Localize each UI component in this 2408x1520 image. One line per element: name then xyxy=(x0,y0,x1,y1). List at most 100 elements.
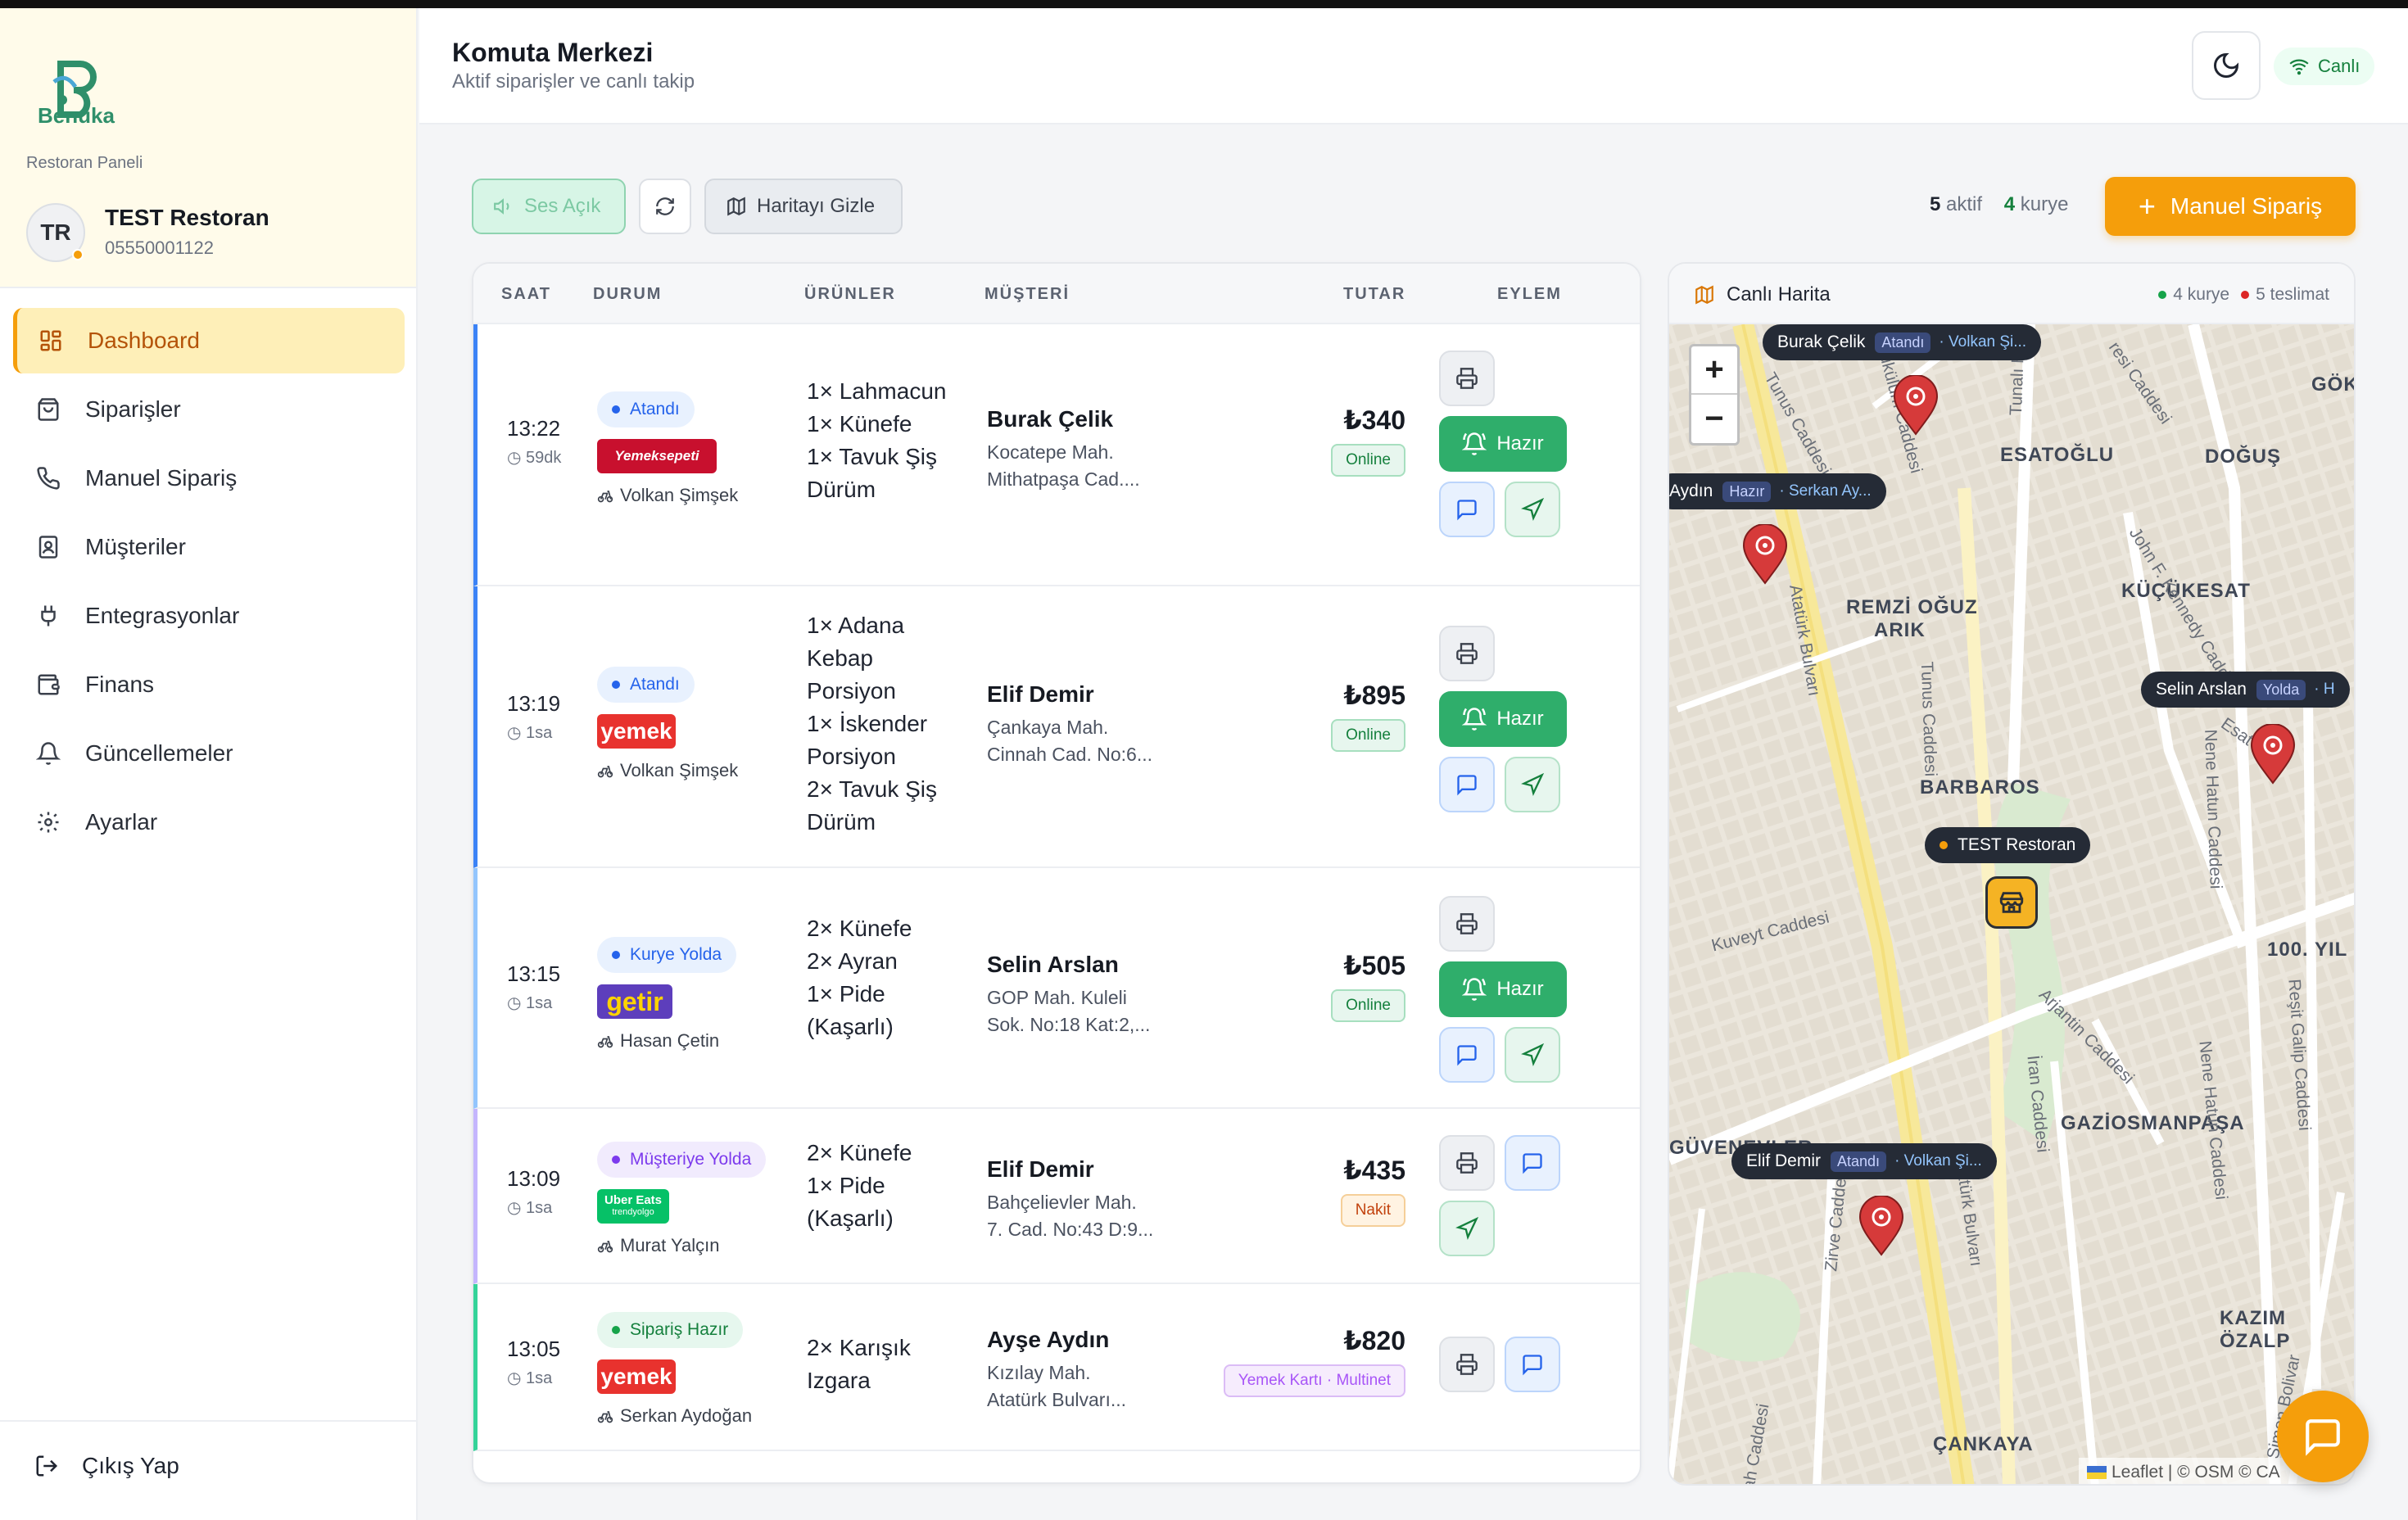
map-tooltip: Elif Demir Atandı · Volkan Şi... xyxy=(1731,1143,1997,1179)
delivery-pin-icon[interactable] xyxy=(1858,1196,1905,1256)
col-customer: MÜŞTERİ xyxy=(984,285,1070,303)
sidebar-item-label: Entegrasyonlar xyxy=(85,603,240,628)
theme-toggle-button[interactable] xyxy=(2192,31,2261,100)
table-row[interactable]: 13:22 ◷ 59dk Atandı Yemeksepeti Volkan Ş… xyxy=(473,324,1640,586)
wifi-icon xyxy=(2289,59,2309,75)
phone-icon xyxy=(34,464,62,492)
map-icon xyxy=(1695,285,1713,305)
page-header: Komuta Merkezi Aktif siparişler ve canlı… xyxy=(419,8,2408,124)
address-line: Çankaya Mah. xyxy=(987,717,1109,738)
courier-count: 4 xyxy=(2003,193,2016,215)
customer-name: Burak Çelik xyxy=(987,406,1114,432)
tooltip-status: Atandı xyxy=(1875,332,1931,353)
order-item: 2× Karışık Izgara xyxy=(807,1335,911,1393)
address-line: Sok. No:18 Kat:2,... xyxy=(987,1014,1151,1035)
map-icon xyxy=(727,197,745,216)
delivery-pin-icon[interactable] xyxy=(2249,724,2297,785)
order-amount: ₺340 xyxy=(1343,405,1405,435)
table-row[interactable]: 13:19 ◷ 1sa Atandı yemek Volkan Şimşek 1… xyxy=(473,586,1640,868)
sidebar-item-settings[interactable]: Ayarlar xyxy=(13,789,405,855)
street-label: Tunus Caddesi xyxy=(1917,661,1940,777)
brand-name: Benuka xyxy=(38,103,115,128)
sidebar-item-finance[interactable]: Finans xyxy=(13,652,405,717)
district-label: ARIK xyxy=(1874,619,1926,641)
order-amount: ₺895 xyxy=(1343,681,1405,710)
sidebar-item-manual-order[interactable]: Manuel Sipariş xyxy=(13,446,405,511)
legend-couriers: 4 kurye xyxy=(2173,285,2230,304)
message-button[interactable] xyxy=(1439,482,1495,537)
message-button[interactable] xyxy=(1505,1337,1560,1392)
print-button[interactable] xyxy=(1439,1337,1495,1392)
restaurant-tooltip: TEST Restoran xyxy=(1925,827,2091,863)
platform-subname: trendyolgo xyxy=(612,1207,654,1217)
customer-name: Elif Demir xyxy=(987,1156,1094,1182)
sidebar-item-label: Güncellemeler xyxy=(85,740,233,766)
refresh-icon xyxy=(656,197,674,215)
delivery-pin-icon[interactable] xyxy=(1892,375,1940,436)
sidebar-item-customers[interactable]: Müşteriler xyxy=(13,514,405,580)
bell-ring-icon xyxy=(1462,708,1487,731)
table-row[interactable]: 13:09 ◷ 1sa Müşteriye Yolda Uber Eats tre… xyxy=(473,1109,1640,1284)
tooltip-courier: · Serkan Ay... xyxy=(1779,482,1872,500)
print-button[interactable] xyxy=(1439,1135,1495,1191)
courier: Serkan Aydoğan xyxy=(597,1405,752,1427)
restaurant-marker[interactable] xyxy=(1985,876,2038,929)
navigate-button[interactable] xyxy=(1439,1201,1495,1256)
sidebar-item-orders[interactable]: Siparişler xyxy=(13,377,405,442)
hide-map-button[interactable]: Haritayı Gizle xyxy=(704,179,903,234)
table-row[interactable]: 13:05 ◷ 1sa Sipariş Hazır yemek Serkan A… xyxy=(473,1284,1640,1451)
tooltip-name: Burak Çelik xyxy=(1777,332,1866,351)
address-line: Kızılay Mah. xyxy=(987,1362,1091,1383)
navigation-icon xyxy=(1521,1043,1544,1066)
logout-button[interactable]: Çıkış Yap xyxy=(0,1420,416,1479)
mark-ready-button[interactable]: Hazır xyxy=(1439,961,1567,1017)
moon-icon xyxy=(2214,52,2239,78)
refresh-button[interactable] xyxy=(639,179,691,234)
navigate-button[interactable] xyxy=(1505,482,1560,537)
map-canvas[interactable]: GÖK ESATOĞLU DOĞUŞ KÜÇÜKESAT REMZİ OĞUZ … xyxy=(1669,324,2354,1484)
order-age-value: 1sa xyxy=(526,724,553,742)
printer-icon xyxy=(1456,1152,1478,1174)
sidebar-item-dashboard[interactable]: Dashboard xyxy=(13,308,405,373)
mark-ready-button[interactable]: Hazır xyxy=(1439,416,1567,472)
payment-badge: Yemek Kartı · Multinet xyxy=(1223,1364,1405,1397)
speaker-icon xyxy=(494,198,509,215)
hide-map-label: Haritayı Gizle xyxy=(757,195,876,217)
district-label: KAZIM ÖZALP xyxy=(2220,1307,2291,1352)
bell-icon xyxy=(34,740,62,767)
bike-icon xyxy=(597,491,613,503)
platform-logo-yemek: yemek xyxy=(597,1359,676,1394)
manual-order-button[interactable]: + Manuel Sipariş xyxy=(2105,177,2356,236)
address-line: Cinnah Cad. No:6... xyxy=(987,744,1153,765)
tooltip-name: Selin Arslan xyxy=(2156,680,2247,699)
sidebar-item-updates[interactable]: Güncellemeler xyxy=(13,721,405,786)
print-button[interactable] xyxy=(1439,626,1495,681)
print-button[interactable] xyxy=(1439,351,1495,406)
wallet-icon xyxy=(34,671,62,699)
chat-button[interactable] xyxy=(2277,1391,2369,1482)
delivery-pin-icon[interactable] xyxy=(1741,524,1789,585)
navigate-button[interactable] xyxy=(1505,1027,1560,1083)
zoom-out-button[interactable]: − xyxy=(1691,395,1737,443)
sidebar-header: Benuka Restoran Paneli TR TEST Restoran … xyxy=(0,8,416,288)
status-label: Atandı xyxy=(630,675,680,694)
window-top-edge xyxy=(0,0,2408,8)
navigate-button[interactable] xyxy=(1505,757,1560,812)
mark-ready-button[interactable]: Hazır xyxy=(1439,691,1567,747)
zoom-in-button[interactable]: + xyxy=(1691,346,1737,395)
navigation-icon xyxy=(1521,498,1544,521)
print-button[interactable] xyxy=(1439,896,1495,952)
sound-label: Ses Açık xyxy=(524,195,601,217)
order-age-value: 59dk xyxy=(526,449,562,467)
message-button[interactable] xyxy=(1505,1135,1560,1191)
status-badge: Kurye Yolda xyxy=(597,937,737,973)
message-button[interactable] xyxy=(1439,1027,1495,1083)
sound-toggle-button[interactable]: Ses Açık xyxy=(472,179,626,234)
map-tooltip: Aydın Hazır · Serkan Ay... xyxy=(1669,473,1886,509)
table-row[interactable]: 13:15 ◷ 1sa Kurye Yolda getir Hasan Çeti… xyxy=(473,868,1640,1109)
status-badge: Müşteriye Yolda xyxy=(597,1142,767,1178)
ready-label: Hazır xyxy=(1496,708,1544,730)
bag-icon xyxy=(34,396,62,423)
sidebar-item-integrations[interactable]: Entegrasyonlar xyxy=(13,583,405,649)
message-button[interactable] xyxy=(1439,757,1495,812)
